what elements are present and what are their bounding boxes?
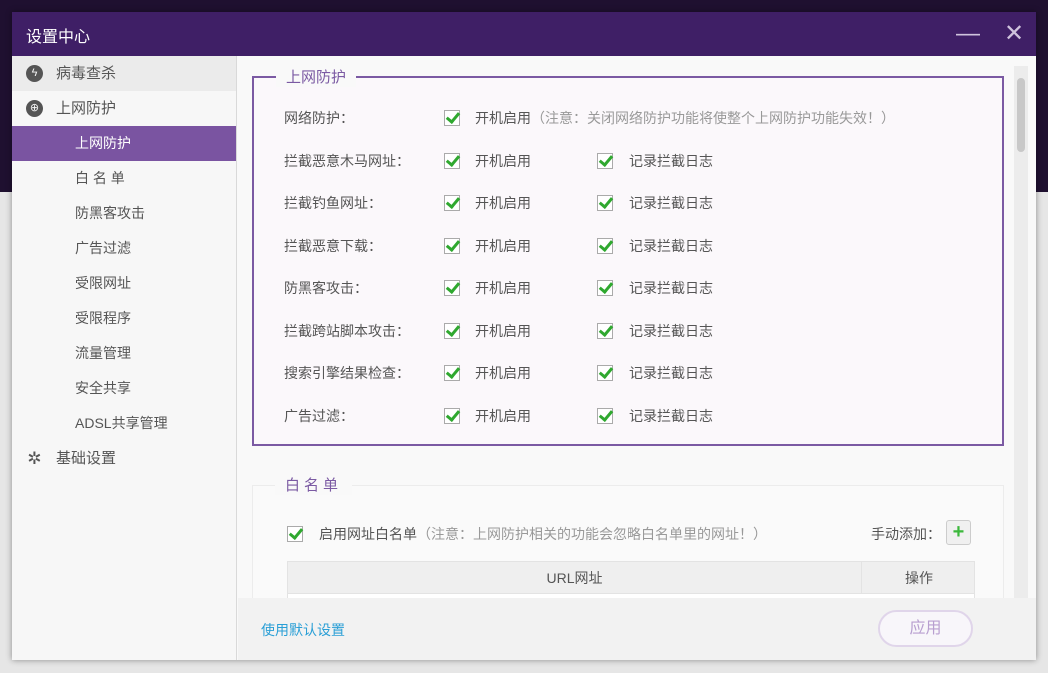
row-label: 网络防护：	[284, 110, 354, 126]
protection-row: 防黑客攻击： 开机启用 记录拦截日志	[284, 278, 984, 298]
startup-enable-label: 开机启用	[475, 280, 531, 296]
startup-enable-label: 开机启用	[475, 407, 531, 424]
protection-row: 拦截钓鱼网址： 开机启用 记录拦截日志	[284, 193, 984, 213]
footer: 使用默认设置 应用	[238, 598, 1036, 660]
window-title: 设置中心	[26, 29, 91, 46]
lightning-icon: ϟ	[26, 65, 43, 82]
startup-enable-checkbox[interactable]	[444, 365, 460, 381]
web-protection-section: 上网防护 网络防护： 开机启用（注意：关闭网络防护功能将使整个上网防护功能失效！）…	[252, 66, 1004, 446]
sidebar-group-label: 病毒查杀	[56, 65, 117, 82]
section-title: 上网防护	[276, 66, 357, 87]
row-label: 搜索引擎结果检查：	[284, 365, 410, 381]
content-area: 上网防护 网络防护： 开机启用（注意：关闭网络防护功能将使整个上网防护功能失效！）…	[238, 56, 1036, 598]
restore-defaults-link[interactable]: 使用默认设置	[261, 620, 345, 640]
row-label: 防黑客攻击：	[284, 280, 368, 296]
log-block-checkbox[interactable]	[597, 365, 613, 381]
startup-enable-checkbox[interactable]	[444, 407, 460, 424]
startup-enable-label: 开机启用	[475, 365, 531, 381]
startup-enable-label: 开机启用	[475, 195, 531, 211]
sidebar-item-traffic[interactable]: 流量管理	[12, 336, 236, 371]
section-title: 白名单	[275, 474, 353, 495]
startup-enable-checkbox[interactable]	[444, 280, 460, 296]
column-url: URL网址	[288, 562, 862, 594]
row-label: 拦截跨站脚本攻击：	[284, 322, 410, 339]
sidebar-item-adsl-share[interactable]: ADSL共享管理	[12, 406, 236, 441]
sidebar-item-restricted-programs[interactable]: 受限程序	[12, 301, 236, 336]
log-block-checkbox[interactable]	[597, 407, 613, 424]
sidebar-item-anti-hacker[interactable]: 防黑客攻击	[12, 196, 236, 231]
protection-row: 广告过滤： 开机启用 记录拦截日志	[284, 406, 984, 426]
log-block-checkbox[interactable]	[597, 195, 613, 211]
log-block-label: 记录拦截日志	[629, 152, 713, 169]
protection-row: 拦截跨站脚本攻击： 开机启用 记录拦截日志	[284, 321, 984, 341]
sidebar-item-secure-share[interactable]: 安全共享	[12, 371, 236, 406]
log-block-label: 记录拦截日志	[629, 280, 713, 296]
startup-enable-label: 开机启用	[475, 152, 531, 169]
title-bar[interactable]: 设置中心 — ✕	[12, 12, 1036, 56]
column-action: 操作	[905, 570, 933, 586]
row-label: 拦截钓鱼网址：	[284, 195, 382, 211]
log-block-checkbox[interactable]	[597, 322, 613, 339]
scrollbar-thumb[interactable]	[1017, 78, 1025, 152]
startup-enable-label: 开机启用	[475, 322, 531, 339]
sidebar-item-restricted-urls[interactable]: 受限网址	[12, 266, 236, 301]
startup-enable-label: 开机启用	[475, 110, 531, 126]
row-label: 拦截恶意木马网址：	[284, 152, 410, 169]
startup-enable-checkbox[interactable]	[444, 152, 460, 169]
scrollbar[interactable]	[1014, 66, 1028, 598]
log-block-label: 记录拦截日志	[629, 365, 713, 381]
sidebar-group-basic-settings[interactable]: ✲ 基础设置	[12, 441, 236, 476]
sidebar-item-web-protection[interactable]: 上网防护	[12, 126, 236, 161]
log-block-checkbox[interactable]	[597, 237, 613, 254]
whitelist-note: （注意：上网防护相关的功能会忽略白名单里的网址！）	[417, 526, 767, 542]
apply-button[interactable]: 应用	[878, 610, 973, 647]
log-block-checkbox[interactable]	[597, 152, 613, 169]
protection-row: 搜索引擎结果检查： 开机启用 记录拦截日志	[284, 363, 984, 383]
sidebar-group-label: 基础设置	[56, 450, 117, 467]
startup-enable-checkbox[interactable]	[444, 322, 460, 339]
minimize-button[interactable]: —	[952, 18, 984, 50]
startup-enable-label: 开机启用	[475, 237, 531, 254]
gear-icon: ✲	[27, 449, 42, 468]
startup-enable-checkbox[interactable]	[444, 110, 460, 126]
settings-dialog: 设置中心 — ✕ ϟ 病毒查杀 ⊕ 上网防护 上网防护 白 名 单 防黑客攻击 …	[12, 12, 1036, 660]
sidebar-group-web-protection[interactable]: ⊕ 上网防护	[12, 91, 236, 126]
sidebar-item-whitelist[interactable]: 白 名 单	[12, 161, 236, 196]
row-label: 拦截恶意下载：	[284, 237, 382, 254]
log-block-label: 记录拦截日志	[629, 407, 713, 424]
sidebar: ϟ 病毒查杀 ⊕ 上网防护 上网防护 白 名 单 防黑客攻击 广告过滤 受限网址…	[12, 56, 237, 660]
table-header: URL网址 操作	[288, 562, 974, 594]
add-url-button[interactable]: +	[946, 520, 971, 545]
manual-add-label: 手动添加：	[871, 526, 941, 542]
startup-enable-checkbox[interactable]	[444, 195, 460, 211]
log-block-label: 记录拦截日志	[629, 237, 713, 254]
sidebar-group-label: 上网防护	[56, 100, 117, 117]
log-block-label: 记录拦截日志	[629, 195, 713, 211]
startup-enable-checkbox[interactable]	[444, 237, 460, 254]
whitelist-section: 白名单 启用网址白名单（注意：上网防护相关的功能会忽略白名单里的网址！） 手动添…	[252, 474, 1004, 598]
protection-row: 网络防护： 开机启用（注意：关闭网络防护功能将使整个上网防护功能失效！）	[284, 108, 984, 128]
whitelist-table: URL网址 操作	[287, 561, 975, 598]
row-label: 广告过滤：	[284, 407, 354, 424]
close-button[interactable]: ✕	[998, 18, 1030, 50]
enable-whitelist-checkbox[interactable]	[287, 526, 303, 542]
globe-icon: ⊕	[26, 100, 43, 117]
protection-row: 拦截恶意木马网址： 开机启用 记录拦截日志	[284, 151, 984, 171]
log-block-label: 记录拦截日志	[629, 322, 713, 339]
row-note: （注意：关闭网络防护功能将使整个上网防护功能失效！）	[531, 110, 895, 126]
sidebar-group-virus-scan[interactable]: ϟ 病毒查杀	[12, 56, 236, 91]
enable-whitelist-label: 启用网址白名单	[319, 526, 417, 542]
log-block-checkbox[interactable]	[597, 280, 613, 296]
protection-row: 拦截恶意下载： 开机启用 记录拦截日志	[284, 236, 984, 256]
sidebar-item-ad-filter[interactable]: 广告过滤	[12, 231, 236, 266]
